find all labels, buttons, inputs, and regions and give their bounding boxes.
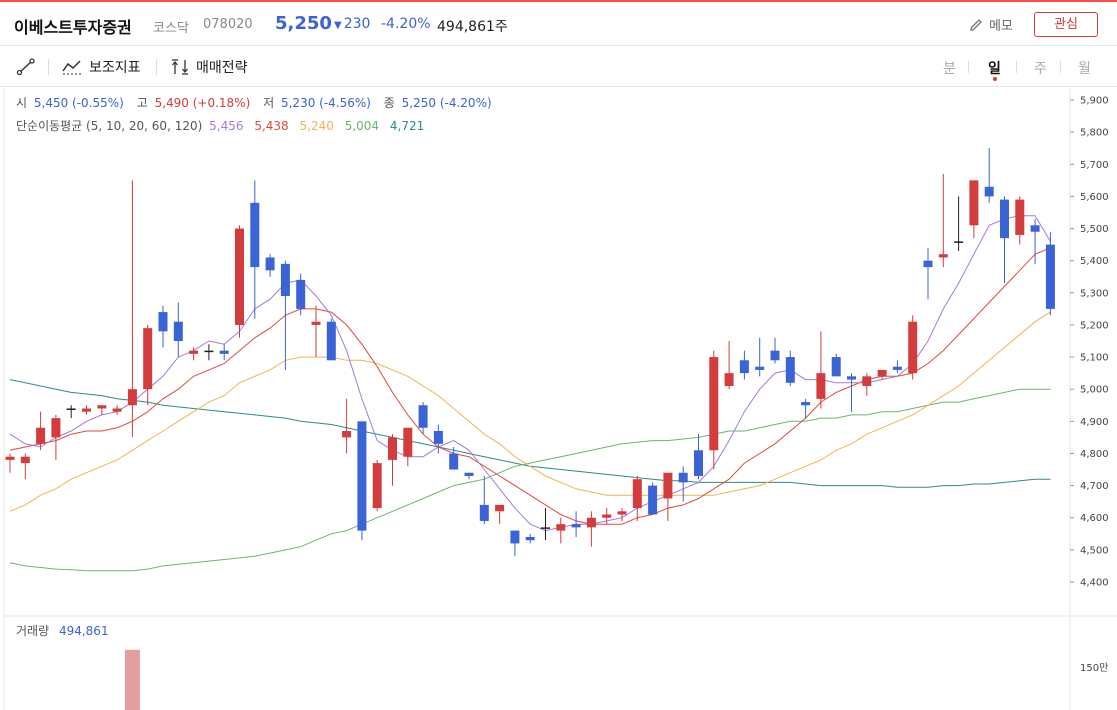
price-axis: 5,900 5,800 5,700 5,600 5,500 5,400 5,300 5,200… [1070,96,1109,589]
candle-body [586,517,596,528]
volume-value: 494,861 [58,624,109,638]
candle-body [785,357,795,383]
candle-body [326,321,336,361]
ma10-line [9,247,1051,525]
candle-body [464,472,474,476]
candle-body [816,373,826,399]
price-tick-label: 4,600 [1080,513,1109,524]
candle-body [724,373,734,386]
candle-body [831,357,841,377]
candle-body [449,453,459,470]
candle-body [403,427,413,457]
candle-body [204,350,214,353]
candle-body [112,408,122,412]
candle-body [571,524,581,528]
candle-body [862,376,872,386]
price-tick-label: 5,500 [1080,224,1109,235]
price-tick-label: 4,700 [1080,481,1109,492]
candle-body [770,350,780,361]
candle-body [357,421,367,531]
candle-body [189,350,199,354]
price-chart[interactable]: 5,900 5,800 5,700 5,600 5,500 5,400 5,300 5,200… [0,0,1117,710]
candle-body [541,527,550,529]
volume-label-row: 거래량 494,861 [16,622,109,639]
candle-body [265,257,275,271]
candle-body [82,408,91,412]
price-tick-label: 5,000 [1080,385,1109,396]
candle-body [342,430,352,438]
candle-body [250,202,260,268]
candle-body [632,479,642,509]
candle-body [158,312,168,332]
candle-body [678,472,688,483]
candle-body [969,180,979,226]
price-tick-label: 4,900 [1080,417,1109,428]
candle-body [617,511,627,515]
candle-body [97,405,107,409]
candle-body [418,405,428,428]
candle-body [36,427,46,444]
candle-body [892,366,902,370]
ma60-line [9,388,1051,572]
candle-body [173,321,183,341]
candle-body [923,260,933,268]
candle-body [311,321,321,325]
candle-body [694,450,703,476]
candle-body [66,408,76,410]
candle-body [908,321,918,374]
price-tick-label: 5,900 [1080,96,1109,107]
candle-body [984,186,994,197]
candle-body [1030,225,1040,232]
candle-body [5,456,15,460]
candle-body [709,357,719,451]
candle-body [954,241,964,243]
candle-body [510,530,520,544]
candle-body [127,389,137,406]
candle-body [20,456,30,464]
price-tick-label: 4,400 [1080,578,1109,589]
candle-body [648,485,658,515]
volume-tick-label: 150만 [1080,662,1108,674]
candle-body [479,504,489,521]
candle-body [938,254,948,258]
price-tick-label: 4,500 [1080,545,1109,556]
ma120-line [9,379,1051,488]
candle-body [801,402,811,406]
candle-body [663,472,673,499]
candle-body [51,418,61,438]
candle-body [525,537,535,541]
candle-body [495,504,505,512]
price-tick-label: 5,400 [1080,256,1109,267]
volume-label: 거래량 [16,624,50,638]
candle-body [280,263,290,297]
price-tick-label: 5,800 [1080,128,1109,139]
volume-bar [124,649,140,710]
moving-average-lines [9,215,1051,572]
candle-body [235,228,244,325]
candle-body [143,328,153,390]
price-tick-label: 5,100 [1080,353,1109,364]
price-tick-label: 4,800 [1080,449,1109,460]
price-tick-label: 5,600 [1080,192,1109,203]
candle-body [296,279,306,309]
candle-body [433,430,443,444]
ma5-line [9,215,1051,532]
candle-body [877,369,887,377]
candle-body [847,376,856,380]
candle-body [1015,199,1025,235]
candle-body [755,366,765,370]
price-tick-label: 5,700 [1080,160,1109,171]
candle-body [556,524,566,531]
volume-bars [124,649,140,710]
candle-body [219,350,229,354]
candle-body [739,360,749,374]
candle-body [388,437,397,460]
candle-body [1045,244,1055,309]
candle-body [602,514,612,518]
candle-body [1000,199,1009,239]
candle-body [372,463,382,509]
price-tick-label: 5,300 [1080,288,1109,299]
price-tick-label: 5,200 [1080,320,1109,331]
